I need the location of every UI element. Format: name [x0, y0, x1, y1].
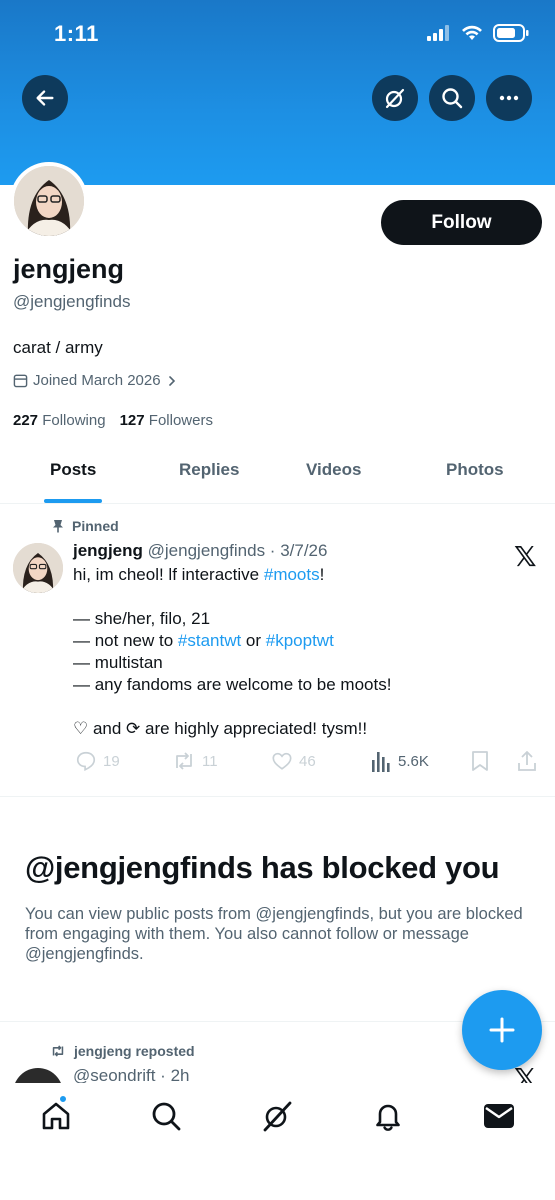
tab-indicator [44, 499, 102, 503]
search-icon [152, 1102, 181, 1131]
following-label: Following [42, 412, 106, 429]
post-line: ♡ and ⟳ are highly appreciated! tysm!! [73, 719, 368, 738]
back-button[interactable] [22, 75, 68, 121]
repost-label-row: jengjeng reposted [50, 1043, 195, 1059]
blocked-title: @jengjengfinds has blocked you [25, 850, 500, 885]
grok-icon [263, 1101, 292, 1132]
avatar-image [13, 543, 63, 593]
followers-label: Followers [148, 412, 213, 429]
post-text-segment: — not new to [73, 631, 178, 650]
post-text: hi, im cheol! lf interactive #moots! — s… [73, 564, 543, 740]
following-count: 227 [13, 412, 39, 429]
tab-replies[interactable]: Replies [179, 460, 239, 480]
chevron-right-icon [168, 375, 175, 386]
reply-icon [76, 751, 96, 771]
profile-avatar[interactable] [10, 162, 88, 240]
repost-icon [176, 752, 192, 770]
battery-icon [493, 24, 529, 42]
repost-icon [52, 1045, 64, 1057]
signal-icon [427, 25, 449, 41]
repost-count: 11 [202, 752, 218, 770]
more-button[interactable] [486, 75, 532, 121]
like-count: 46 [299, 752, 316, 770]
tab-photos[interactable]: Photos [446, 460, 504, 480]
post-text-segment: hi, im cheol! lf interactive [73, 565, 264, 584]
home-icon [42, 1102, 70, 1130]
pinned-label-row: Pinned [52, 518, 119, 534]
arrow-left-icon [36, 90, 54, 106]
hashtag-link[interactable]: #moots [264, 565, 320, 584]
post-text-segment: or [241, 631, 266, 650]
nav-home[interactable] [36, 1094, 76, 1136]
bookmark-icon [472, 751, 488, 771]
like-button[interactable]: 46 [271, 750, 316, 772]
profile-handle: @jengjengfinds [13, 292, 131, 311]
share-button[interactable] [517, 750, 537, 772]
display-name: jengjeng [13, 254, 125, 284]
more-icon [499, 95, 519, 101]
tab-posts[interactable]: Posts [50, 460, 96, 480]
compose-button[interactable] [462, 990, 542, 1070]
nav-messages[interactable] [479, 1096, 519, 1136]
tab-videos[interactable]: Videos [306, 460, 361, 480]
notification-dot [58, 1094, 68, 1104]
post-header: jengjeng @jengjengfinds · 3/7/26 [73, 541, 327, 561]
joined-label: Joined March 2026 [33, 372, 161, 389]
views-icon [372, 752, 390, 772]
bookmark-button[interactable] [471, 750, 489, 772]
profile-tabs: Posts Replies Videos Photos [0, 444, 555, 504]
profile-bio: carat / army [13, 338, 103, 357]
hashtag-link[interactable]: #stantwt [178, 631, 241, 650]
reply-count: 19 [103, 752, 120, 770]
search-button[interactable] [429, 75, 475, 121]
status-bar: 1:11 [0, 0, 555, 70]
followers-count: 127 [119, 412, 145, 429]
repost-button[interactable]: 11 [172, 750, 218, 772]
wifi-icon [462, 25, 482, 40]
follow-button[interactable]: Follow [381, 200, 542, 245]
post-author-name[interactable]: jengjeng [73, 541, 143, 560]
calendar-icon [13, 374, 28, 388]
plus-icon [489, 1017, 515, 1043]
search-icon [442, 88, 463, 109]
post-line: hi, im cheol! lf interactive #moots! [73, 564, 543, 586]
follow-counts: 227 Following 127 Followers [13, 412, 213, 429]
pinned-label: Pinned [72, 518, 119, 534]
view-count: 5.6K [398, 752, 429, 770]
post-line: — she/her, filo, 21 [73, 609, 211, 628]
divider [0, 796, 555, 797]
post-handle-date: @jengjengfinds · 3/7/26 [147, 541, 328, 560]
heart-icon [272, 752, 292, 770]
views-button[interactable]: 5.6K [372, 750, 429, 772]
post-line: — not new to #stantwt or #kpoptwt [73, 630, 543, 652]
reply-button[interactable]: 19 [75, 750, 120, 772]
repost-label: jengjeng reposted [74, 1043, 195, 1059]
nav-search[interactable] [146, 1096, 186, 1136]
post-line: — any fandoms are welcome to be moots! [73, 675, 392, 694]
nav-notifications[interactable] [368, 1096, 408, 1136]
joined-date[interactable]: Joined March 2026 [13, 372, 178, 389]
grok-button[interactable] [372, 75, 418, 121]
bottom-nav [0, 1083, 555, 1200]
post-actions: 19 11 46 5.6K [0, 748, 555, 776]
post-text-segment: ! [319, 565, 325, 584]
grok-icon [385, 88, 405, 109]
nav-grok[interactable] [257, 1096, 297, 1136]
avatar-image [14, 166, 84, 236]
post-line: — multistan [73, 653, 163, 672]
hashtag-link[interactable]: #kpoptwt [266, 631, 334, 650]
status-icons [427, 24, 529, 42]
blocked-description: You can view public posts from @jengjeng… [25, 905, 523, 963]
status-time: 1:11 [54, 21, 99, 46]
share-icon [518, 751, 536, 771]
pin-icon [53, 520, 63, 533]
messages-icon [484, 1104, 514, 1128]
post-avatar[interactable] [13, 543, 63, 593]
followers-link[interactable]: 127 Followers [120, 412, 213, 429]
notifications-icon [376, 1104, 400, 1131]
following-link[interactable]: 227 Following [13, 412, 106, 429]
